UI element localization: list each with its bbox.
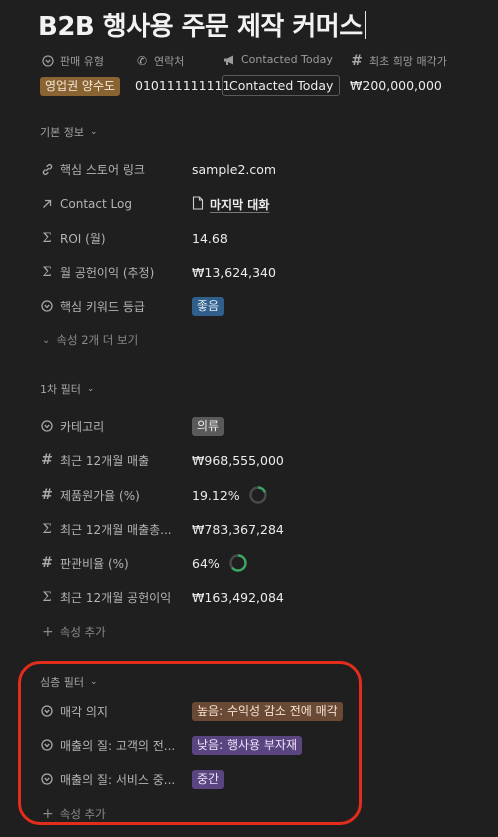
prop-head-price[interactable]: # 최초 희망 매각가 bbox=[350, 53, 447, 69]
section-title: 1차 필터 bbox=[40, 383, 81, 396]
megaphone-icon bbox=[222, 54, 236, 66]
contacted-today-box: Contacted Today bbox=[222, 75, 341, 96]
property-label: 핵심 키워드 등급 bbox=[60, 299, 145, 314]
property-value: ₩13,624,340 bbox=[192, 264, 276, 280]
property-row[interactable]: Σ ROI (월) 14.68 bbox=[40, 226, 460, 250]
property-value: 19.12% bbox=[192, 487, 240, 503]
plus-icon: + bbox=[42, 624, 54, 640]
section-toggle-filter1[interactable]: 1차 필터 ⌄ bbox=[40, 381, 94, 397]
prop-head-label: 연락처 bbox=[154, 55, 185, 68]
hash-icon: # bbox=[41, 452, 53, 468]
select-icon bbox=[40, 420, 54, 432]
highlight-annotation bbox=[18, 661, 362, 825]
property-value: 64% bbox=[192, 555, 220, 571]
property-row[interactable]: Σ 최근 12개월 매출총... ₩783,367,284 bbox=[40, 517, 460, 541]
chevron-down-icon: ⌄ bbox=[86, 384, 95, 394]
prop-head-sale-type[interactable]: 판매 유형 bbox=[41, 53, 104, 69]
store-link[interactable]: sample2.com bbox=[192, 162, 276, 177]
arrow-up-right-icon bbox=[40, 198, 54, 210]
prop-value-contacted[interactable]: Contacted Today bbox=[222, 75, 341, 96]
phone-icon: ✆ bbox=[136, 54, 148, 68]
prop-value-phone[interactable]: 010111111111 bbox=[135, 75, 230, 96]
property-row[interactable]: Contact Log 마지막 대화 bbox=[40, 192, 460, 216]
link-icon bbox=[40, 163, 54, 176]
category-tag: 의류 bbox=[192, 416, 225, 436]
add-property-label: 속성 추가 bbox=[59, 625, 106, 639]
prop-head-phone[interactable]: ✆ 연락처 bbox=[135, 53, 184, 69]
property-label: 최근 12개월 매출총... bbox=[60, 522, 172, 537]
select-icon bbox=[41, 55, 55, 67]
property-value: ₩163,492,084 bbox=[192, 589, 284, 605]
prop-value-sale-type[interactable]: 영업권 양수도 bbox=[40, 75, 121, 96]
property-value: ₩968,555,000 bbox=[192, 452, 284, 468]
property-row[interactable]: 카테고리 의류 bbox=[40, 414, 460, 438]
text-cursor bbox=[364, 11, 366, 39]
page-icon bbox=[192, 195, 204, 213]
property-row[interactable]: # 제품원가율 (%) 19.12% bbox=[40, 483, 460, 507]
add-property-button[interactable]: + 속성 추가 bbox=[42, 624, 106, 640]
property-label: 카테고리 bbox=[60, 419, 105, 434]
sigma-icon: Σ bbox=[42, 230, 52, 246]
chevron-down-icon: ⌄ bbox=[42, 334, 51, 346]
sigma-icon: Σ bbox=[42, 521, 52, 537]
prop-head-contacted[interactable]: Contacted Today bbox=[222, 53, 333, 66]
property-label: 최근 12개월 공헌이익 bbox=[60, 590, 172, 605]
sigma-icon: Σ bbox=[42, 264, 52, 280]
hash-icon: # bbox=[41, 487, 53, 503]
section-title: 기본 정보 bbox=[40, 126, 84, 139]
property-value: ₩783,367,284 bbox=[192, 521, 284, 537]
property-label: 월 공헌이익 (추정) bbox=[60, 265, 155, 280]
show-more-label: 속성 2개 더 보기 bbox=[56, 333, 139, 347]
property-label: Contact Log bbox=[60, 197, 132, 211]
prop-head-label: 판매 유형 bbox=[60, 55, 104, 68]
keyword-grade-tag: 좋음 bbox=[192, 296, 225, 316]
property-row[interactable]: # 판관비율 (%) 64% bbox=[40, 551, 460, 575]
property-row[interactable]: 핵심 키워드 등급 좋음 bbox=[40, 294, 460, 318]
linked-page[interactable]: 마지막 대화 bbox=[210, 196, 269, 213]
prop-head-label: Contacted Today bbox=[241, 53, 333, 66]
property-row[interactable]: Σ 월 공헌이익 (추정) ₩13,624,340 bbox=[40, 260, 460, 284]
property-row[interactable]: 핵심 스토어 링크 sample2.com bbox=[40, 157, 460, 181]
property-label: 판관비율 (%) bbox=[60, 556, 129, 571]
property-row[interactable]: # 최근 12개월 매출 ₩968,555,000 bbox=[40, 448, 460, 472]
property-row[interactable]: Σ 최근 12개월 공헌이익 ₩163,492,084 bbox=[40, 585, 460, 609]
hash-icon: # bbox=[351, 53, 363, 69]
property-value: 14.68 bbox=[192, 230, 228, 246]
hash-icon: # bbox=[41, 555, 53, 571]
property-label: 최근 12개월 매출 bbox=[60, 453, 150, 468]
progress-ring bbox=[248, 486, 267, 504]
prop-head-label: 최초 희망 매각가 bbox=[369, 55, 447, 68]
page-title-text: B2B 행사용 주문 제작 커머스 bbox=[38, 12, 363, 42]
property-label: 핵심 스토어 링크 bbox=[60, 162, 145, 177]
prop-value-price[interactable]: ₩200,000,000 bbox=[350, 75, 442, 96]
property-label: 제품원가율 (%) bbox=[60, 488, 140, 503]
property-label: ROI (월) bbox=[60, 231, 106, 246]
progress-ring bbox=[229, 554, 247, 572]
chevron-down-icon: ⌄ bbox=[89, 127, 98, 137]
select-icon bbox=[40, 300, 54, 312]
sigma-icon: Σ bbox=[42, 589, 52, 605]
show-more-properties[interactable]: ⌄ 속성 2개 더 보기 bbox=[42, 332, 138, 348]
page-title[interactable]: B2B 행사용 주문 제작 커머스 bbox=[38, 6, 366, 43]
sale-type-tag: 영업권 양수도 bbox=[40, 77, 121, 96]
section-toggle-basic[interactable]: 기본 정보 ⌄ bbox=[40, 124, 98, 140]
